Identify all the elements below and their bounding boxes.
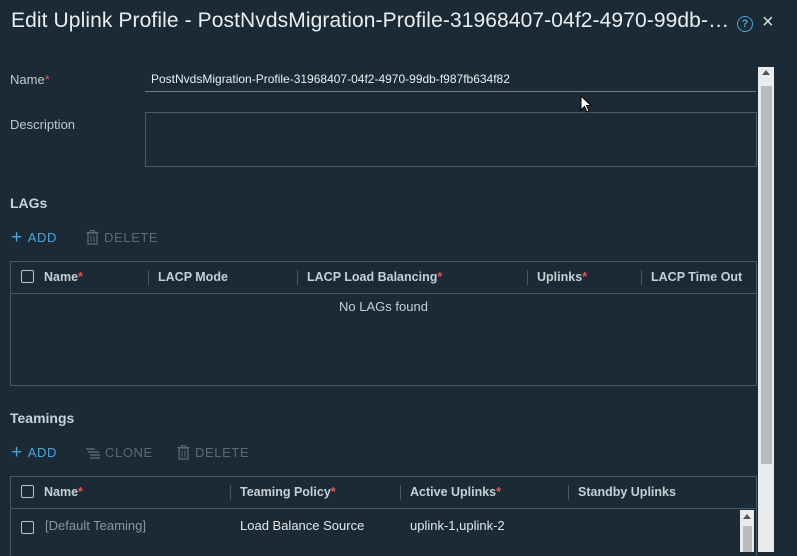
name-input[interactable]: PostNvdsMigration-Profile-31968407-04f2-…: [145, 66, 756, 92]
lags-add-label: ADD: [27, 230, 57, 245]
teamings-section-title: Teamings: [10, 410, 75, 426]
clone-icon: [86, 447, 100, 459]
scroll-up-arrow-icon[interactable]: [743, 514, 751, 519]
name-label: Name*: [10, 72, 50, 87]
help-icon[interactable]: ?: [737, 16, 753, 32]
teaming-policy-cell: Load Balance Source: [240, 518, 365, 533]
teamings-col-name-text: Name: [44, 485, 79, 499]
scroll-up-arrow-icon[interactable]: [762, 70, 770, 75]
lags-col-lacp-load-balancing-text: LACP Load Balancing: [307, 270, 438, 284]
teamings-delete-button[interactable]: DELETE: [177, 445, 249, 460]
teamings-select-all-checkbox[interactable]: [21, 485, 34, 498]
column-divider[interactable]: [400, 485, 401, 500]
teamings-clone-button[interactable]: CLONE: [86, 445, 153, 460]
required-asterisk: *: [78, 485, 83, 499]
teamings-table-header: Name* Teaming Policy* Active Uplinks* St…: [11, 477, 756, 509]
description-textarea[interactable]: [145, 112, 757, 167]
column-divider[interactable]: [297, 270, 298, 285]
table-row[interactable]: [Default Teaming] Load Balance Source up…: [11, 509, 756, 543]
plus-icon: +: [11, 441, 23, 463]
teaming-active-uplinks-cell: uplink-1,uplink-2: [410, 518, 505, 533]
lags-empty-message: No LAGs found: [339, 299, 428, 314]
lags-table-header: Name* LACP Mode LACP Load Balancing* Upl…: [11, 262, 756, 294]
required-asterisk: *: [44, 72, 50, 87]
lags-select-all-checkbox[interactable]: [21, 270, 34, 283]
description-label: Description: [10, 117, 76, 132]
teamings-add-label: ADD: [27, 445, 57, 460]
required-asterisk: *: [582, 270, 588, 284]
teamings-delete-label: DELETE: [195, 445, 250, 460]
lags-add-button[interactable]: + ADD: [11, 226, 57, 248]
lags-col-uplinks[interactable]: Uplinks*: [537, 262, 587, 293]
lags-col-lacp-time-out[interactable]: LACP Time Out: [651, 262, 742, 293]
column-divider[interactable]: [230, 485, 231, 500]
lags-delete-label: DELETE: [104, 230, 159, 245]
teamings-add-button[interactable]: + ADD: [11, 441, 57, 463]
trash-icon: [86, 230, 99, 245]
lags-col-uplinks-text: Uplinks: [537, 270, 583, 284]
column-divider[interactable]: [148, 270, 149, 285]
column-divider[interactable]: [527, 270, 528, 285]
lags-col-name-text: Name: [44, 270, 79, 284]
close-icon[interactable]: ×: [762, 11, 774, 33]
column-divider[interactable]: [641, 270, 642, 285]
plus-icon: +: [11, 226, 23, 248]
lags-col-lacp-load-balancing[interactable]: LACP Load Balancing*: [307, 262, 442, 293]
row-checkbox[interactable]: [21, 521, 34, 534]
trash-icon: [177, 445, 190, 460]
lags-delete-button[interactable]: DELETE: [86, 230, 158, 245]
lags-table: Name* LACP Mode LACP Load Balancing* Upl…: [10, 261, 757, 386]
mouse-cursor-icon: [580, 95, 592, 113]
teamings-table: Name* Teaming Policy* Active Uplinks* St…: [10, 476, 757, 556]
required-asterisk: *: [330, 485, 336, 499]
teamings-col-active-uplinks[interactable]: Active Uplinks*: [410, 477, 501, 508]
teamings-col-active-uplinks-text: Active Uplinks: [410, 485, 497, 499]
required-asterisk: *: [496, 485, 502, 499]
lags-col-name[interactable]: Name*: [44, 262, 83, 293]
teamings-col-teaming-policy-text: Teaming Policy: [240, 485, 331, 499]
required-asterisk: *: [437, 270, 443, 284]
required-asterisk: *: [78, 270, 83, 284]
name-label-text: Name: [10, 72, 45, 87]
teamings-col-standby-uplinks[interactable]: Standby Uplinks: [578, 477, 676, 508]
teamings-table-scrollbar-thumb[interactable]: [743, 526, 752, 552]
dialog-title: Edit Uplink Profile - PostNvdsMigration-…: [11, 9, 733, 32]
teamings-col-name[interactable]: Name*: [44, 477, 83, 508]
teamings-clone-label: CLONE: [105, 445, 153, 460]
lags-section-title: LAGs: [10, 195, 48, 211]
teaming-name-cell: [Default Teaming]: [45, 518, 146, 533]
column-divider[interactable]: [568, 485, 569, 500]
teamings-col-teaming-policy[interactable]: Teaming Policy*: [240, 477, 336, 508]
dialog-scrollbar-thumb[interactable]: [761, 86, 772, 464]
lags-col-lacp-mode[interactable]: LACP Mode: [158, 262, 228, 293]
